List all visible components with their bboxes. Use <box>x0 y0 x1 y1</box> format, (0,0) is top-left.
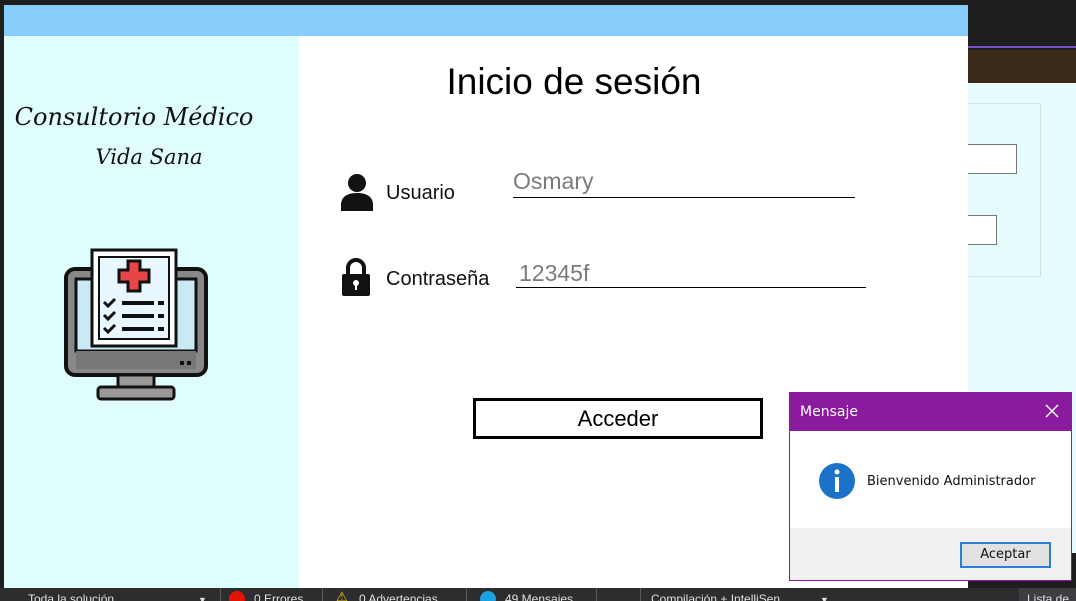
divider <box>466 588 467 601</box>
brand-name-line1: Consultorio Médico <box>14 103 254 131</box>
brand-name-line2: Vida Sana <box>95 145 203 169</box>
error-icon <box>229 591 245 601</box>
divider <box>220 588 221 601</box>
close-icon[interactable] <box>1042 401 1062 421</box>
user-icon <box>341 174 373 211</box>
list-tab[interactable]: Lista de <box>1019 588 1076 601</box>
divider <box>640 588 641 601</box>
warnings-filter[interactable]: 0 Advertencias <box>359 593 438 601</box>
ide-error-list-bar: Toda la solución ▼ 0 Errores ⚠ 0 Adverte… <box>0 588 1076 601</box>
scope-select[interactable]: Toda la solución <box>28 593 114 601</box>
password-label: Contraseña <box>386 268 490 290</box>
dialog-title: Mensaje <box>800 404 858 420</box>
window-titlebar <box>4 5 968 36</box>
page-title: Inicio de sesión <box>446 61 702 102</box>
build-select[interactable]: Compilación + IntelliSen <box>651 593 780 601</box>
password-underline <box>516 287 866 288</box>
username-label: Usuario <box>386 182 455 204</box>
divider <box>322 588 323 601</box>
medical-monitor-icon <box>64 248 208 401</box>
ok-button[interactable]: Aceptar <box>960 542 1051 568</box>
username-input[interactable]: Osmary <box>513 168 594 195</box>
login-button[interactable]: Acceder <box>473 398 763 439</box>
info-icon <box>819 463 855 499</box>
ide-textbox[interactable] <box>968 144 1017 174</box>
password-input[interactable]: 12345f <box>519 260 589 287</box>
info-icon <box>480 591 496 601</box>
dialog-titlebar: Mensaje <box>790 393 1071 431</box>
ide-toolbar <box>968 0 1076 48</box>
ide-designer-header <box>968 50 1076 83</box>
lock-icon <box>342 258 370 296</box>
dialog-message: Bienvenido Administrador <box>867 474 1036 489</box>
message-dialog: Mensaje Bienvenido Administrador Aceptar <box>789 392 1072 581</box>
username-underline <box>513 197 855 198</box>
chevron-down-icon: ▼ <box>198 595 207 601</box>
divider <box>596 588 597 601</box>
chevron-down-icon: ▼ <box>820 595 829 601</box>
warning-icon: ⚠ <box>336 589 348 601</box>
errors-filter[interactable]: 0 Errores <box>254 593 303 601</box>
ide-textbox[interactable] <box>968 215 997 245</box>
dialog-footer: Aceptar <box>790 528 1071 580</box>
ide-group-box <box>968 103 1041 277</box>
messages-filter[interactable]: 49 Mensajes <box>505 593 573 601</box>
